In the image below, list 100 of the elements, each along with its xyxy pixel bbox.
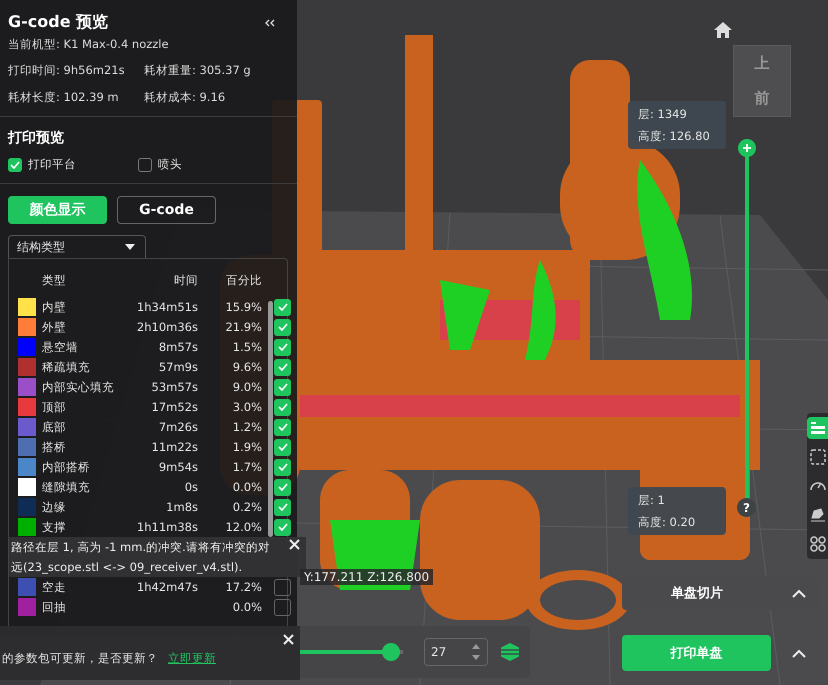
checkbox[interactable] — [274, 518, 291, 536]
time-value: 7m26s — [158, 420, 198, 434]
type-name: 内壁 — [42, 300, 67, 314]
type-name: 支撑 — [42, 520, 67, 534]
checkmark-icon — [278, 423, 288, 431]
slider-thumb[interactable] — [382, 643, 400, 661]
column-header: 百分比 — [225, 272, 262, 288]
checkbox[interactable] — [274, 398, 291, 416]
checkmark-icon — [278, 403, 288, 411]
type-name: 底部 — [42, 420, 67, 434]
type-name: 内部实心填充 — [42, 380, 115, 394]
layer-height: 高度: 126.80 — [638, 128, 711, 144]
checkbox[interactable] — [274, 338, 291, 356]
checkbox[interactable] — [138, 158, 152, 172]
time-value: 1h11m38s — [136, 520, 198, 534]
slice-plate-button[interactable]: 单盘切片 — [622, 576, 772, 610]
percent-value: 3.0% — [232, 400, 262, 414]
percent-value: 17.2% — [225, 580, 262, 594]
notification-text: 远(23_scope.stl <-> 09_receiver_v4.stl). — [11, 560, 244, 574]
checkbox[interactable] — [274, 498, 291, 516]
checkbox[interactable] — [274, 298, 291, 316]
checkbox[interactable] — [274, 418, 291, 436]
close-icon[interactable] — [289, 539, 300, 550]
collapse-icon[interactable] — [265, 18, 275, 26]
layer-height: 高度: 0.20 — [638, 514, 696, 530]
type-name: 内部搭桥 — [42, 460, 91, 474]
percent-value: 21.9% — [224, 320, 262, 334]
checkbox[interactable] — [274, 378, 291, 396]
percent-value: 0.0% — [232, 480, 262, 494]
checkbox[interactable] — [8, 158, 22, 172]
dropdown-caret-icon[interactable] — [125, 244, 135, 250]
time-value: 1h34m51s — [136, 300, 198, 314]
type-name: 缝隙填充 — [42, 480, 91, 494]
time-value: 2h10m36s — [136, 320, 198, 334]
view-mode-button[interactable]: G-code — [117, 196, 216, 224]
type-name: 搭桥 — [42, 440, 67, 454]
time-value: 1m8s — [165, 500, 198, 514]
spinner-icon[interactable] — [471, 642, 481, 662]
checkbox-label: 打印平台 — [28, 157, 76, 172]
checkmark-icon — [278, 523, 288, 531]
percent-value: 9.6% — [232, 360, 262, 374]
step-input[interactable]: 27 — [424, 638, 488, 666]
checkbox[interactable] — [274, 598, 291, 616]
panel-title: G-code 预览 — [8, 12, 108, 33]
percent-value: 12.0% — [224, 520, 262, 534]
checkmark-icon — [278, 363, 288, 371]
structure-type-dropdown[interactable]: 结构类型 — [8, 235, 146, 258]
grid-icon — [808, 535, 826, 553]
checkmark-icon — [278, 483, 288, 491]
checkmark-icon — [278, 463, 288, 471]
checkbox[interactable] — [274, 318, 291, 336]
print-stat: 耗材长度: 102.39 m — [7, 89, 120, 105]
percent-value: 0.0% — [232, 600, 262, 614]
time-value: 1h42m47s — [136, 580, 198, 594]
checkbox[interactable] — [274, 438, 291, 456]
checkbox[interactable] — [274, 358, 291, 376]
type-name: 空走 — [42, 580, 67, 594]
checkmark-icon — [278, 443, 288, 451]
notification-text: 的参数包可更新，是否更新？ — [2, 650, 158, 666]
update-now-link[interactable]: 立即更新 — [168, 650, 216, 666]
percent-value: 0.2% — [232, 500, 262, 514]
cursor-coordinates: Y:177.211 Z:126.800 — [300, 569, 434, 585]
layer-number: 层: 1 — [638, 492, 666, 508]
checkmark-icon — [278, 503, 288, 511]
percent-value: 9.0% — [232, 380, 262, 394]
checkbox-label: 喷头 — [158, 157, 182, 172]
time-value: 53m57s — [150, 380, 198, 394]
plus-icon — [742, 143, 752, 153]
type-name: 稀疏填充 — [42, 360, 91, 374]
print-stat: 耗材成本: 9.16 — [143, 89, 226, 105]
time-value: 8m57s — [158, 340, 198, 354]
close-icon[interactable] — [283, 634, 294, 645]
time-value: 9m54s — [158, 460, 198, 474]
checkmark-icon — [278, 343, 288, 351]
caret-icon[interactable] — [792, 588, 806, 598]
checkbox[interactable] — [274, 578, 291, 596]
percent-value: 1.2% — [232, 420, 262, 434]
time-value: 57m9s — [158, 360, 198, 374]
home-icon[interactable] — [713, 21, 733, 39]
layers-icon[interactable] — [500, 642, 520, 662]
type-name: 回抽 — [42, 600, 67, 614]
frame-icon — [808, 448, 826, 466]
step-slider[interactable] — [300, 643, 403, 661]
percent-value: 15.9% — [224, 300, 262, 314]
section-title: 打印预览 — [6, 129, 65, 147]
column-header: 类型 — [42, 272, 67, 288]
type-name: 顶部 — [42, 400, 67, 414]
type-name: 边缘 — [42, 500, 67, 514]
legend-icon — [808, 419, 826, 437]
checkmark-icon — [278, 323, 288, 331]
scrollbar[interactable] — [268, 301, 273, 537]
checkmark-icon — [278, 383, 288, 391]
time-value: 17m52s — [150, 400, 198, 414]
percent-value: 1.7% — [232, 460, 262, 474]
checkbox[interactable] — [274, 458, 291, 476]
checkmark-icon — [278, 303, 288, 311]
checkbox[interactable] — [274, 478, 291, 496]
caret-icon[interactable] — [792, 648, 806, 658]
percent-value: 1.5% — [232, 340, 262, 354]
checkmark-icon — [10, 160, 20, 168]
